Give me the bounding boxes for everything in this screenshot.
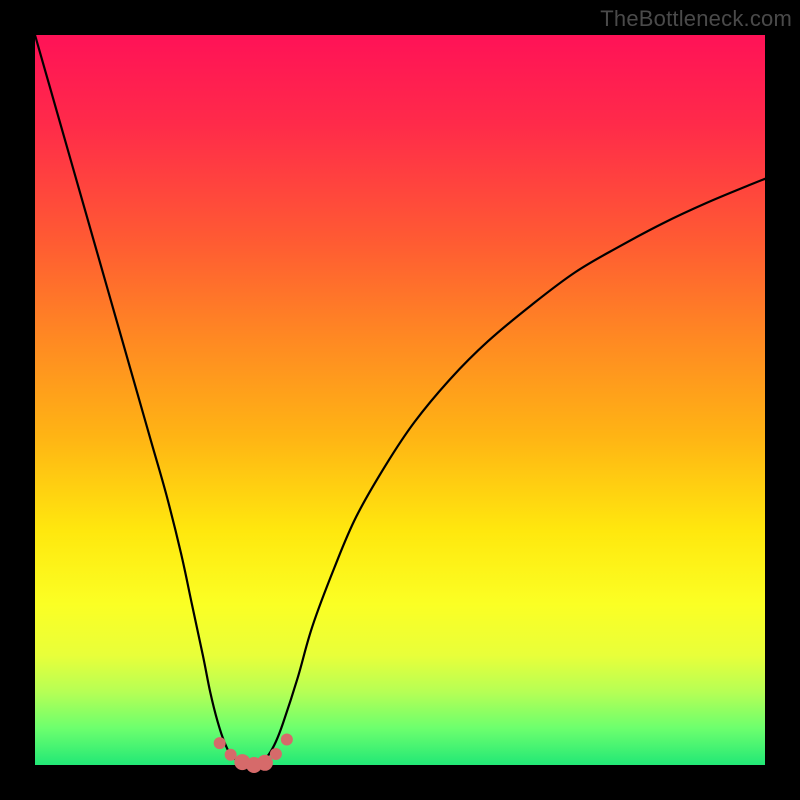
marker-dot bbox=[214, 737, 226, 749]
marker-dot bbox=[270, 748, 282, 760]
marker-dot bbox=[257, 755, 273, 771]
chart-frame: TheBottleneck.com bbox=[0, 0, 800, 800]
bottom-marker-dots bbox=[214, 733, 293, 773]
bottleneck-curve bbox=[35, 35, 765, 765]
curve-right bbox=[254, 179, 765, 765]
marker-dot bbox=[225, 749, 237, 761]
marker-dot bbox=[281, 733, 293, 745]
watermark-text: TheBottleneck.com bbox=[600, 6, 792, 32]
curve-left bbox=[35, 35, 254, 765]
plot-area bbox=[35, 35, 765, 765]
